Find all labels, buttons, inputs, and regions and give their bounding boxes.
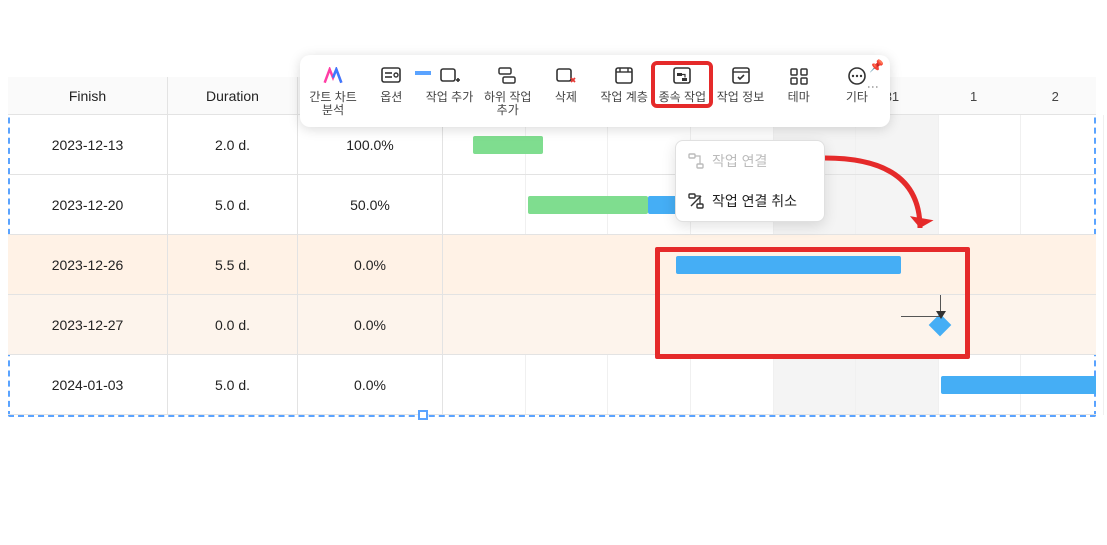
toolbar-label: 옵션: [380, 91, 402, 104]
cell-duration[interactable]: 5.0 d.: [168, 355, 298, 414]
col-header-duration: Duration: [168, 77, 298, 114]
gantt-analysis-button[interactable]: 간트 차트 분석: [304, 63, 362, 119]
dropdown-label: 작업 연결: [712, 151, 767, 171]
dependency-connector: [901, 295, 941, 317]
day-label: 2: [1014, 89, 1096, 104]
dependency-dropdown: 작업 연결 작업 연결 취소: [675, 140, 825, 222]
link-icon: [688, 153, 704, 169]
gantt-bar[interactable]: [941, 376, 1096, 394]
dropdown-label: 작업 연결 취소: [712, 191, 797, 211]
toolbar-label: 기타: [846, 91, 868, 104]
cell-finish[interactable]: 2023-12-26: [8, 235, 168, 294]
gantt-bar[interactable]: [676, 256, 901, 274]
add-subtask-button[interactable]: 하위 작업 추가: [479, 63, 537, 119]
dependent-task-button[interactable]: 종속 작업: [653, 63, 711, 106]
day-label: 1: [933, 89, 1015, 104]
delete-icon: [554, 65, 578, 87]
task-row[interactable]: 2023-12-27 0.0 d. 0.0%: [8, 295, 1096, 355]
selection-handle[interactable]: [418, 410, 428, 420]
overflow-dots-icon[interactable]: ⋮: [866, 81, 880, 93]
cell-duration[interactable]: 0.0 d.: [168, 295, 298, 354]
cell-finish[interactable]: 2023-12-13: [8, 115, 168, 174]
cell-finish[interactable]: 2023-12-27: [8, 295, 168, 354]
info-icon: [729, 65, 753, 87]
cell-pct[interactable]: 0.0%: [298, 355, 443, 414]
task-row[interactable]: 2024-01-03 5.0 d. 0.0%: [8, 355, 1096, 415]
link-tasks-item[interactable]: 작업 연결: [676, 141, 824, 181]
options-icon: [379, 65, 403, 87]
gantt-bar[interactable]: [473, 136, 543, 154]
gantt-grid: Finish Duration 26 27 28 29 30 31 1 2 20…: [8, 77, 1096, 415]
toolbar-label: 삭제: [555, 91, 577, 104]
selection-tab: [415, 71, 431, 75]
toolbar-label: 종속 작업: [659, 91, 707, 104]
dependency-icon: [670, 65, 694, 87]
context-toolbar: 간트 차트 분석 옵션 작업 추가 하위 작업 추가 삭제: [300, 55, 890, 127]
toolbar-label: 간트 차트 분석: [305, 91, 361, 117]
cell-gantt: [443, 355, 1096, 414]
cell-pct[interactable]: 50.0%: [298, 175, 443, 234]
task-info-button[interactable]: 작업 정보: [711, 63, 769, 106]
toolbar-label: 테마: [788, 91, 810, 104]
cell-finish[interactable]: 2024-01-03: [8, 355, 168, 414]
toolbar-label: 작업 추가: [426, 91, 474, 104]
cell-duration[interactable]: 2.0 d.: [168, 115, 298, 174]
cell-pct[interactable]: 0.0%: [298, 235, 443, 294]
cell-gantt: [443, 235, 1096, 294]
cell-duration[interactable]: 5.5 d.: [168, 235, 298, 294]
unlink-tasks-item[interactable]: 작업 연결 취소: [676, 181, 824, 221]
toolbar-label: 작업 정보: [717, 91, 765, 104]
theme-icon: [787, 65, 811, 87]
toolbar-label: 작업 계층: [600, 91, 648, 104]
toolbar-label: 하위 작업 추가: [480, 91, 536, 117]
col-header-finish: Finish: [8, 77, 168, 114]
dependency-arrowhead: [936, 311, 946, 319]
logo-icon: [321, 65, 345, 87]
hierarchy-icon: [612, 65, 636, 87]
cell-pct[interactable]: 0.0%: [298, 295, 443, 354]
unlink-icon: [688, 193, 704, 209]
delete-task-button[interactable]: 삭제: [537, 63, 595, 106]
pin-icon[interactable]: 📌: [869, 59, 884, 73]
gantt-bar-progress[interactable]: [528, 196, 648, 214]
add-task-button[interactable]: 작업 추가: [420, 63, 478, 106]
cell-finish[interactable]: 2023-12-20: [8, 175, 168, 234]
task-row[interactable]: 2023-12-20 5.0 d. 50.0%: [8, 175, 1096, 235]
add-task-icon: [438, 65, 462, 87]
task-row[interactable]: 2023-12-26 5.5 d. 0.0%: [8, 235, 1096, 295]
options-button[interactable]: 옵션: [362, 63, 420, 106]
theme-button[interactable]: 테마: [770, 63, 828, 106]
add-subtask-icon: [496, 65, 520, 87]
cell-duration[interactable]: 5.0 d.: [168, 175, 298, 234]
cell-gantt: [443, 295, 1096, 354]
task-hierarchy-button[interactable]: 작업 계층: [595, 63, 653, 106]
